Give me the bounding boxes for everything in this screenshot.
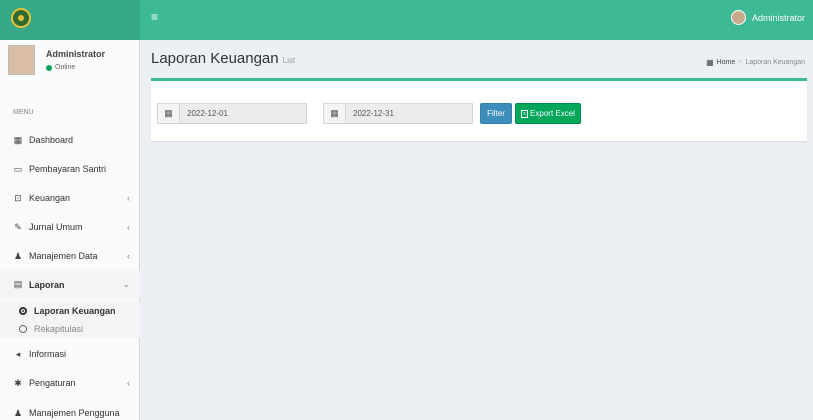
sidebar-item-pengaturan[interactable]: ✱ Pengaturan ‹ bbox=[0, 372, 140, 394]
logo-area[interactable] bbox=[0, 0, 140, 40]
calendar-icon: ▦ bbox=[157, 103, 180, 124]
circle-icon bbox=[19, 325, 27, 333]
top-navbar: ≡ Administrator bbox=[0, 0, 813, 40]
sidebar: Administrator Online MENU ▦ Dashboard ▭ … bbox=[0, 40, 140, 420]
sidebar-item-label: Pembayaran Santri bbox=[29, 164, 107, 174]
avatar bbox=[730, 10, 746, 25]
money-icon: ⊡ bbox=[14, 192, 22, 203]
breadcrumb-current: Laporan Keuangan bbox=[745, 59, 805, 66]
sidebar-item-label: Pengaturan bbox=[29, 378, 76, 388]
sidebar-item-pembayaran-santri[interactable]: ▭ Pembayaran Santri bbox=[0, 158, 140, 180]
breadcrumb: ▦ Home > Laporan Keuangan bbox=[706, 58, 805, 67]
logo-emblem bbox=[11, 8, 31, 28]
sidebar-item-laporan[interactable]: ▤ Laporan ⌄ bbox=[0, 271, 140, 298]
sidebar-subitem-laporan-keuangan[interactable]: Laporan Keuangan bbox=[0, 302, 140, 320]
sidebar-item-label: Manajemen Data bbox=[29, 251, 98, 261]
page-title: Laporan Keuangan List bbox=[151, 50, 295, 67]
sidebar-item-manajemen-data[interactable]: ♟ Manajemen Data ‹ bbox=[0, 245, 140, 267]
sidebar-item-manajemen-pengguna[interactable]: ♟ Manajemen Pengguna bbox=[0, 402, 140, 420]
sidebar-item-jurnal-umum[interactable]: ✎ Jurnal Umum ‹ bbox=[0, 216, 140, 238]
chevron-left-icon: ‹ bbox=[127, 378, 130, 388]
sidebar-item-label: Jurnal Umum bbox=[29, 222, 83, 232]
online-dot-icon bbox=[46, 64, 52, 71]
sidebar-subitem-label: Rekapitulasi bbox=[34, 324, 84, 334]
filter-button-label: Filter bbox=[487, 109, 505, 118]
sidebar-item-keuangan[interactable]: ⊡ Keuangan ‹ bbox=[0, 187, 140, 209]
gear-icon: ✱ bbox=[14, 377, 22, 388]
chevron-left-icon: ‹ bbox=[127, 222, 130, 232]
start-date-group: ▦ 2022-12-01 bbox=[157, 103, 307, 124]
user-panel: Administrator Online bbox=[0, 40, 140, 85]
chevron-left-icon: ‹ bbox=[127, 251, 130, 261]
sidebar-subitem-rekapitulasi[interactable]: Rekapitulasi bbox=[0, 320, 140, 338]
filter-button[interactable]: Filter bbox=[480, 103, 512, 124]
sidebar-item-label: Laporan bbox=[29, 279, 65, 290]
online-status-label: Online bbox=[55, 64, 76, 71]
end-date-group: ▦ 2022-12-31 bbox=[323, 103, 473, 124]
circle-dot-icon bbox=[19, 307, 27, 315]
sidebar-item-informasi[interactable]: ◂ Informasi bbox=[0, 343, 140, 365]
breadcrumb-home[interactable]: Home bbox=[717, 59, 736, 66]
hamburger-icon[interactable]: ≡ bbox=[151, 10, 158, 24]
user-menu[interactable]: Administrator bbox=[730, 10, 805, 25]
export-button-label: Export Excel bbox=[530, 109, 575, 118]
sidebar-item-label: Keuangan bbox=[29, 193, 71, 203]
bullhorn-icon: ◂ bbox=[15, 348, 21, 359]
edit-icon: ✎ bbox=[14, 221, 22, 232]
page-title-text: Laporan Keuangan bbox=[151, 50, 279, 67]
sidebar-avatar bbox=[8, 45, 35, 75]
sidebar-item-label: Informasi bbox=[29, 349, 67, 359]
file-icon: ▤ bbox=[13, 279, 23, 289]
online-status: Online bbox=[46, 64, 75, 71]
sidebar-item-label: Manajemen Pengguna bbox=[29, 408, 120, 418]
sidebar-subitem-label: Laporan Keuangan bbox=[34, 306, 116, 316]
user-menu-name: Administrator bbox=[751, 12, 805, 23]
sidebar-item-label: Dashboard bbox=[29, 135, 74, 145]
user-icon: ♟ bbox=[13, 407, 23, 418]
filter-box: ▦ 2022-12-01 ▦ 2022-12-31 Filter x Expor… bbox=[151, 78, 807, 141]
page-subtitle: List bbox=[282, 56, 296, 65]
credit-card-icon: ▭ bbox=[13, 163, 23, 174]
menu-header: MENU bbox=[13, 109, 34, 116]
breadcrumb-separator-icon: > bbox=[738, 59, 743, 66]
sidebar-item-dashboard[interactable]: ▦ Dashboard bbox=[0, 129, 140, 151]
start-date-input[interactable]: 2022-12-01 bbox=[180, 103, 307, 124]
chevron-left-icon: ‹ bbox=[127, 193, 130, 203]
sidebar-user-name: Administrator bbox=[46, 49, 106, 59]
grid-icon: ▦ bbox=[706, 58, 714, 67]
excel-file-icon: x bbox=[521, 109, 529, 118]
calendar-icon: ▦ bbox=[323, 103, 346, 124]
end-date-input[interactable]: 2022-12-31 bbox=[346, 103, 473, 124]
users-icon: ♟ bbox=[13, 250, 23, 261]
grid-icon: ▦ bbox=[13, 134, 23, 145]
export-excel-button[interactable]: x Export Excel bbox=[515, 103, 581, 124]
chevron-down-icon: ⌄ bbox=[122, 279, 130, 289]
